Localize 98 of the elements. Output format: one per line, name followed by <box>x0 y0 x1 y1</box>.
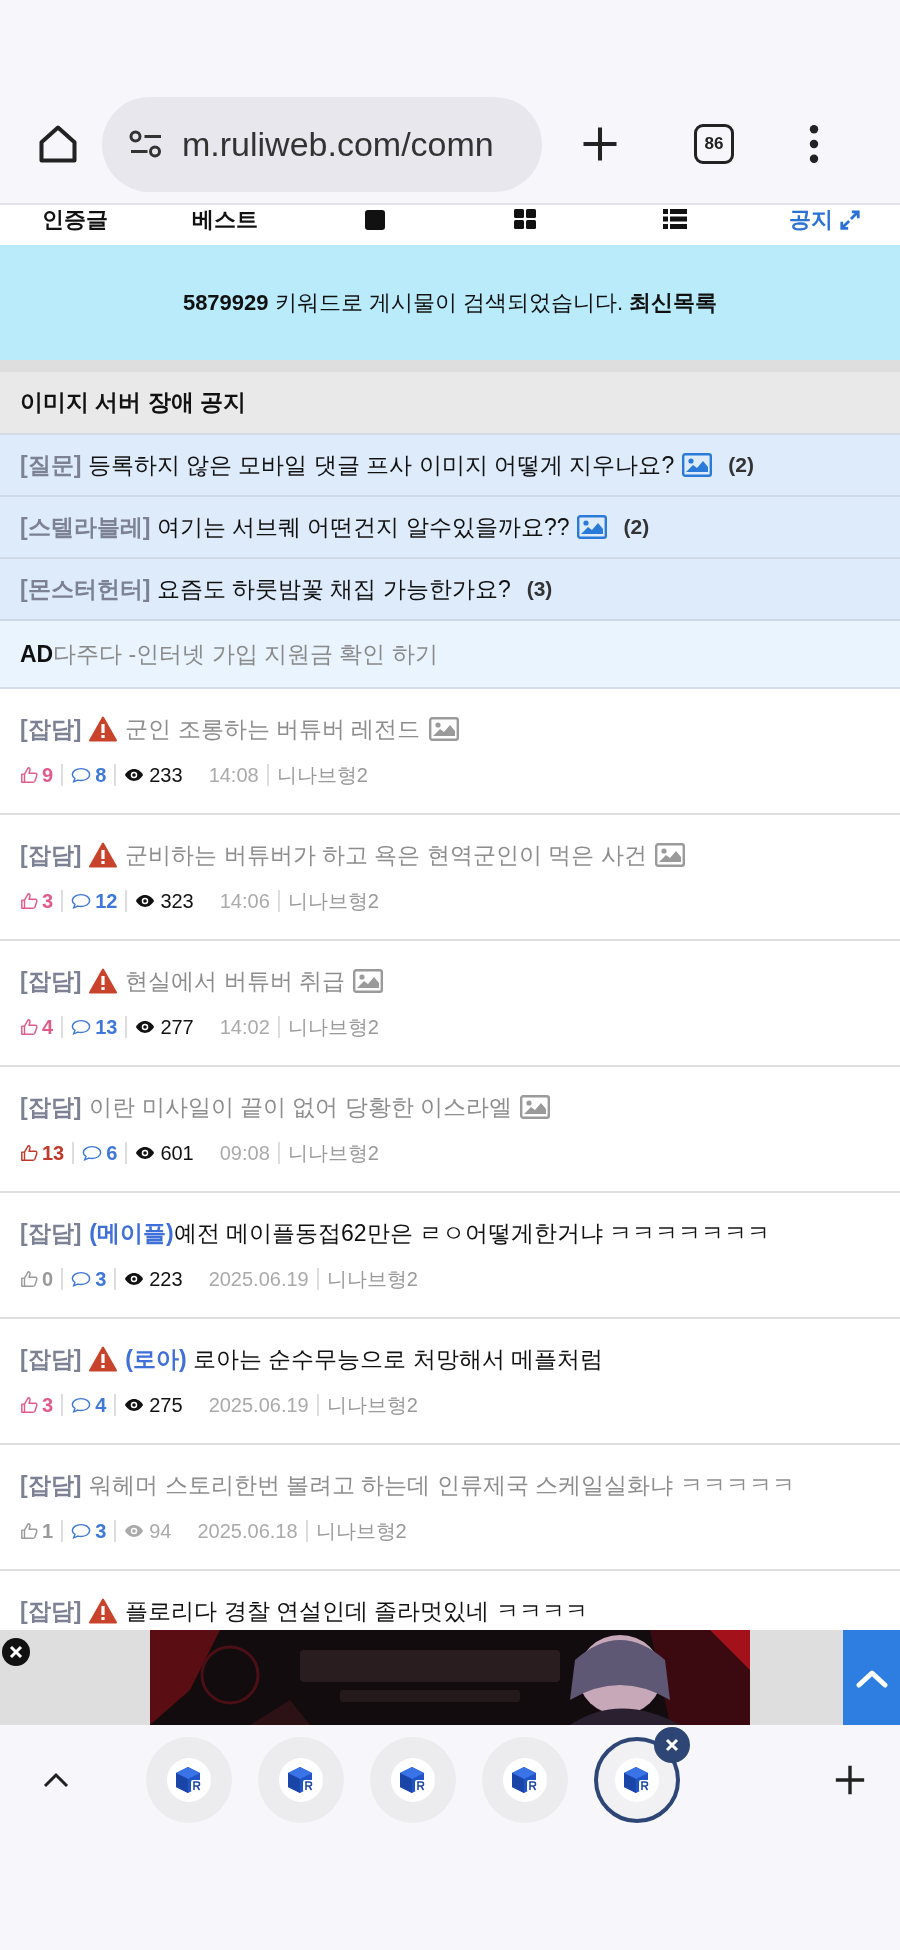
close-icon <box>9 1645 23 1659</box>
cube-logo-icon <box>174 1765 204 1795</box>
comment-icon <box>71 1396 92 1414</box>
comment-icon <box>71 766 92 784</box>
notice-title[interactable]: [스텔라블레] 여기는 서브퀘 어떤건지 알수있을까요?? <box>20 509 570 545</box>
category-tag: [잡담] <box>20 1215 82 1251</box>
comment-icon <box>71 1522 92 1540</box>
thumbs-up-icon <box>20 892 38 910</box>
chevron-up-icon <box>42 1771 70 1789</box>
eye-icon <box>135 894 156 908</box>
like-count: 13 <box>42 1141 65 1166</box>
cube-logo-icon <box>510 1765 540 1795</box>
like-count: 3 <box>42 889 54 914</box>
thumbs-up-icon <box>20 1270 38 1288</box>
notice-heading: 이미지 서버 장애 공지 <box>20 388 247 418</box>
view-count: 223 <box>149 1267 183 1292</box>
like-count: 0 <box>42 1267 54 1292</box>
like-count: 4 <box>42 1015 54 1040</box>
close-ad-button[interactable] <box>2 1638 30 1666</box>
search-result-message: 5879929 키워드로 게시물이 검색되었습니다. 최신목록 <box>182 289 718 317</box>
post-title[interactable]: 플로리다 경찰 연설인데 졸라멋있네 ㅋㅋㅋㅋ <box>125 1593 588 1629</box>
thumbs-up-icon <box>20 1018 38 1036</box>
comment-count: 3 <box>95 1267 107 1292</box>
comment-count: 8 <box>95 763 107 788</box>
cube-logo-icon <box>622 1765 652 1795</box>
post-title[interactable]: (메이플)예전 메이플동접62만은 ㄹㅇ어떻게한거냐 ㅋㅋㅋㅋㅋㅋㅋ <box>89 1215 771 1251</box>
comment-count: 3 <box>95 1519 107 1544</box>
post-time: 14:02 <box>219 1015 270 1040</box>
notice-row[interactable]: [몬스터헌터] 요즘도 하룻밤꽃 채집 가능한가요? (3) <box>0 559 900 621</box>
post-time: 14:08 <box>208 763 259 788</box>
comment-count: 6 <box>106 1141 118 1166</box>
eye-icon <box>124 1398 145 1412</box>
comment-count: 13 <box>95 1015 118 1040</box>
expand-icon <box>839 209 861 231</box>
view-count: 233 <box>149 763 183 788</box>
single-view-icon[interactable] <box>364 209 386 231</box>
reply-count: (3) <box>526 576 553 603</box>
view-count: 277 <box>160 1015 194 1040</box>
notice-row[interactable]: [스텔라블레] 여기는 서브퀘 어떤건지 알수있을까요?? (2) <box>0 497 900 559</box>
comment-icon <box>82 1144 103 1162</box>
comment-count: 4 <box>95 1393 107 1418</box>
nav-tab[interactable]: 베스트 <box>192 207 258 233</box>
view-count: 601 <box>160 1141 194 1166</box>
thumbs-up-icon <box>20 766 38 784</box>
eye-icon <box>124 768 145 782</box>
eye-icon <box>135 1020 156 1034</box>
comment-icon <box>71 892 92 910</box>
post-time: 09:08 <box>219 1141 270 1166</box>
close-tab-button[interactable] <box>654 1727 690 1763</box>
eye-icon <box>135 1146 156 1160</box>
category-tag: [잡담] <box>20 1341 82 1377</box>
comment-count: 12 <box>95 889 118 914</box>
category-tag: [잡담] <box>20 1089 82 1125</box>
view-count: 323 <box>160 889 194 914</box>
reply-count: (2) <box>623 514 650 541</box>
like-count: 3 <box>42 1393 54 1418</box>
site-settings-icon[interactable] <box>128 129 164 159</box>
tab-count-button[interactable]: 86 <box>694 124 734 164</box>
cube-logo-icon <box>286 1765 316 1795</box>
post-time: 14:06 <box>219 889 270 914</box>
reply-count: (2) <box>728 452 754 479</box>
notice-link[interactable]: 공지 <box>789 207 861 233</box>
comment-icon <box>71 1018 92 1036</box>
comment-icon <box>71 1270 92 1288</box>
like-count: 9 <box>42 763 54 788</box>
scroll-top-button[interactable] <box>843 1630 900 1725</box>
eye-icon <box>124 1272 145 1286</box>
category-tag: [잡담] <box>20 1593 82 1629</box>
url-text: m.ruliweb.com/comn <box>182 123 494 165</box>
ad-link[interactable]: AD다주다 -인터넷 가입 지원금 확인 하기 <box>0 621 900 689</box>
category-tag: [잡담] <box>20 711 82 747</box>
view-count: 94 <box>149 1519 172 1544</box>
plus-icon <box>833 1763 867 1797</box>
cube-logo-icon <box>398 1765 428 1795</box>
eye-icon <box>124 1524 145 1538</box>
post-time: 2025.06.19 <box>208 1393 309 1418</box>
thumbs-up-icon <box>20 1144 38 1162</box>
close-icon <box>664 1737 680 1753</box>
address-bar[interactable]: m.ruliweb.com/comn <box>102 96 542 192</box>
notice-title[interactable]: [몬스터헌터] 요즘도 하룻밤꽃 채집 가능한가요? <box>20 571 511 607</box>
category-tag: [잡담] <box>20 963 82 999</box>
post-time: 2025.06.18 <box>197 1519 298 1544</box>
grid-view-icon[interactable] <box>514 209 536 229</box>
thumbs-up-icon <box>20 1396 38 1414</box>
notice-row[interactable]: [질문] 등록하지 않은 모바일 댓글 프사 이미지 어떻게 지우나요? (2) <box>0 435 900 497</box>
home-icon[interactable] <box>36 122 80 166</box>
category-tag: [잡담] <box>20 837 82 873</box>
list-view-icon[interactable] <box>663 209 687 229</box>
post-time: 2025.06.19 <box>208 1267 309 1292</box>
view-count: 275 <box>149 1393 183 1418</box>
like-count: 1 <box>42 1519 54 1544</box>
more-menu-icon[interactable] <box>808 122 820 166</box>
chevron-up-icon <box>855 1667 888 1688</box>
category-tag: [잡담] <box>20 1467 82 1503</box>
post-title[interactable]: (로아) 로아는 순수무능으로 처망해서 메플처럼 <box>125 1341 604 1377</box>
notice-title[interactable]: [질문] 등록하지 않은 모바일 댓글 프사 이미지 어떻게 지우나요? <box>20 447 675 483</box>
nav-tab[interactable]: 인증글 <box>42 207 108 233</box>
thumbs-up-icon <box>20 1522 38 1540</box>
